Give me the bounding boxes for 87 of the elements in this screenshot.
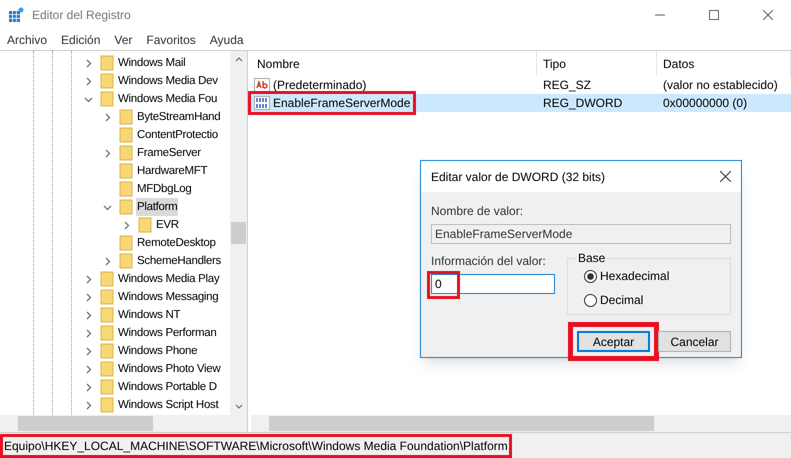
chevron-icon[interactable] (103, 202, 112, 212)
registry-app-icon (8, 7, 24, 23)
field-label: Información del valor: (431, 253, 547, 270)
tree-item[interactable]: RemoteDesktop (136, 234, 217, 252)
folder-icon (119, 109, 133, 125)
table-cell-text: REG_SZ (542, 77, 592, 94)
table-row[interactable]: EnableFrameServerMode REG_DWORD 0x00000000 (0) (251, 94, 791, 112)
tree-item[interactable]: Windows NT (117, 306, 182, 324)
value-name-field: EnableFrameServerMode (431, 224, 731, 244)
annotation-frame (427, 271, 460, 299)
binary-value-icon (254, 96, 270, 110)
close-icon[interactable] (763, 10, 773, 20)
dialog-button[interactable]: Cancelar (658, 331, 731, 352)
tree-item[interactable]: Windows Script Host (117, 396, 220, 414)
folder-icon (100, 343, 114, 359)
value-name: (Predeterminado) (251, 76, 370, 94)
folder-icon (119, 253, 133, 269)
chevron-icon[interactable] (103, 256, 112, 266)
radio-icon[interactable] (584, 270, 597, 282)
folder-icon (100, 289, 114, 305)
tree-item[interactable]: Windows Media Play (117, 270, 220, 288)
tree-item[interactable]: ByteStreamHand (136, 108, 222, 126)
group-label: Base (576, 251, 608, 265)
folder-icon (138, 217, 152, 233)
folder-icon (119, 235, 133, 251)
tree-item[interactable]: MFDbgLog (136, 180, 192, 198)
radio-icon[interactable] (584, 294, 597, 306)
horizontal-scrollbar[interactable] (251, 415, 791, 432)
tree-item[interactable]: HardwareMFT (136, 162, 208, 180)
column-header[interactable]: Tipo (537, 51, 657, 76)
chevron-icon[interactable] (103, 148, 112, 158)
folder-icon (100, 55, 114, 71)
window-title: Editor del Registro (32, 7, 131, 24)
horizontal-scrollbar[interactable] (0, 415, 247, 432)
tree-item[interactable]: FrameServer (136, 144, 202, 162)
folder-icon (100, 91, 114, 107)
vertical-scrollbar[interactable] (230, 51, 247, 415)
table-row[interactable]: (Predeterminado) REG_SZ (valor no establecido) (251, 76, 791, 94)
tree-item[interactable]: Windows Media Fou (117, 90, 218, 108)
maximize-icon[interactable] (709, 10, 719, 20)
value-data-field[interactable]: 0 (431, 274, 555, 294)
scroll-up-icon[interactable] (234, 57, 242, 62)
tree-item[interactable]: EVR (155, 216, 180, 234)
table-cell-text: 0x00000000 (0) (662, 95, 748, 112)
folder-icon (119, 199, 133, 215)
chevron-icon[interactable] (103, 112, 112, 122)
folder-icon (100, 73, 114, 89)
value-name: EnableFrameServerMode (251, 94, 414, 112)
column-header[interactable]: Datos (657, 51, 791, 76)
tree-item[interactable]: Windows Portable D (117, 378, 218, 396)
folder-icon (119, 163, 133, 179)
tree-item[interactable]: SchemeHandlers (136, 252, 222, 270)
folder-icon (100, 307, 114, 323)
radio-option[interactable]: Decimal (584, 291, 730, 309)
text-value-icon (254, 78, 270, 92)
status-path: Equipo\HKEY_LOCAL_MACHINE\SOFTWARE\Microsoft\Windows Media Foundation\Platform (3, 436, 509, 454)
chevron-icon[interactable] (122, 220, 131, 230)
folder-icon (119, 127, 133, 143)
folder-icon (100, 271, 114, 287)
table-cell-text: REG_DWORD (542, 95, 624, 112)
folder-icon (100, 397, 114, 413)
menu-item[interactable]: Ver (114, 31, 132, 49)
folder-icon (100, 379, 114, 395)
dialog-title: Editar valor de DWORD (32 bits) (431, 168, 606, 186)
table-cell-text: (valor no establecido) (662, 77, 779, 94)
tree-item[interactable]: Platform (136, 198, 178, 216)
tree-item[interactable]: Windows Phone (117, 342, 198, 360)
tree-item[interactable]: Windows Performan (117, 324, 218, 342)
field-label: Nombre de valor: (431, 203, 524, 220)
folder-icon (119, 145, 133, 161)
tree-item[interactable]: Windows Media Dev (117, 72, 219, 90)
scroll-thumb[interactable] (231, 222, 246, 244)
folder-icon (100, 325, 114, 341)
scroll-down-icon[interactable] (234, 404, 242, 409)
tree-item[interactable]: Windows Photo View (117, 360, 222, 378)
tree-item[interactable]: ContentProtectio (136, 126, 219, 144)
folder-icon (119, 181, 133, 197)
column-header[interactable]: Nombre (251, 51, 537, 76)
radio-option[interactable]: Hexadecimal (584, 267, 730, 285)
close-icon[interactable] (720, 171, 731, 182)
menu-item[interactable]: Edición (61, 31, 100, 49)
tree-item[interactable]: Windows Mail (117, 54, 186, 72)
menu-item[interactable]: Archivo (7, 31, 48, 49)
menu-item[interactable]: Ayuda (210, 31, 244, 49)
tree-item[interactable]: Windows Messaging (117, 288, 220, 306)
folder-icon (100, 361, 114, 377)
menu-item[interactable]: Favoritos (146, 31, 196, 49)
